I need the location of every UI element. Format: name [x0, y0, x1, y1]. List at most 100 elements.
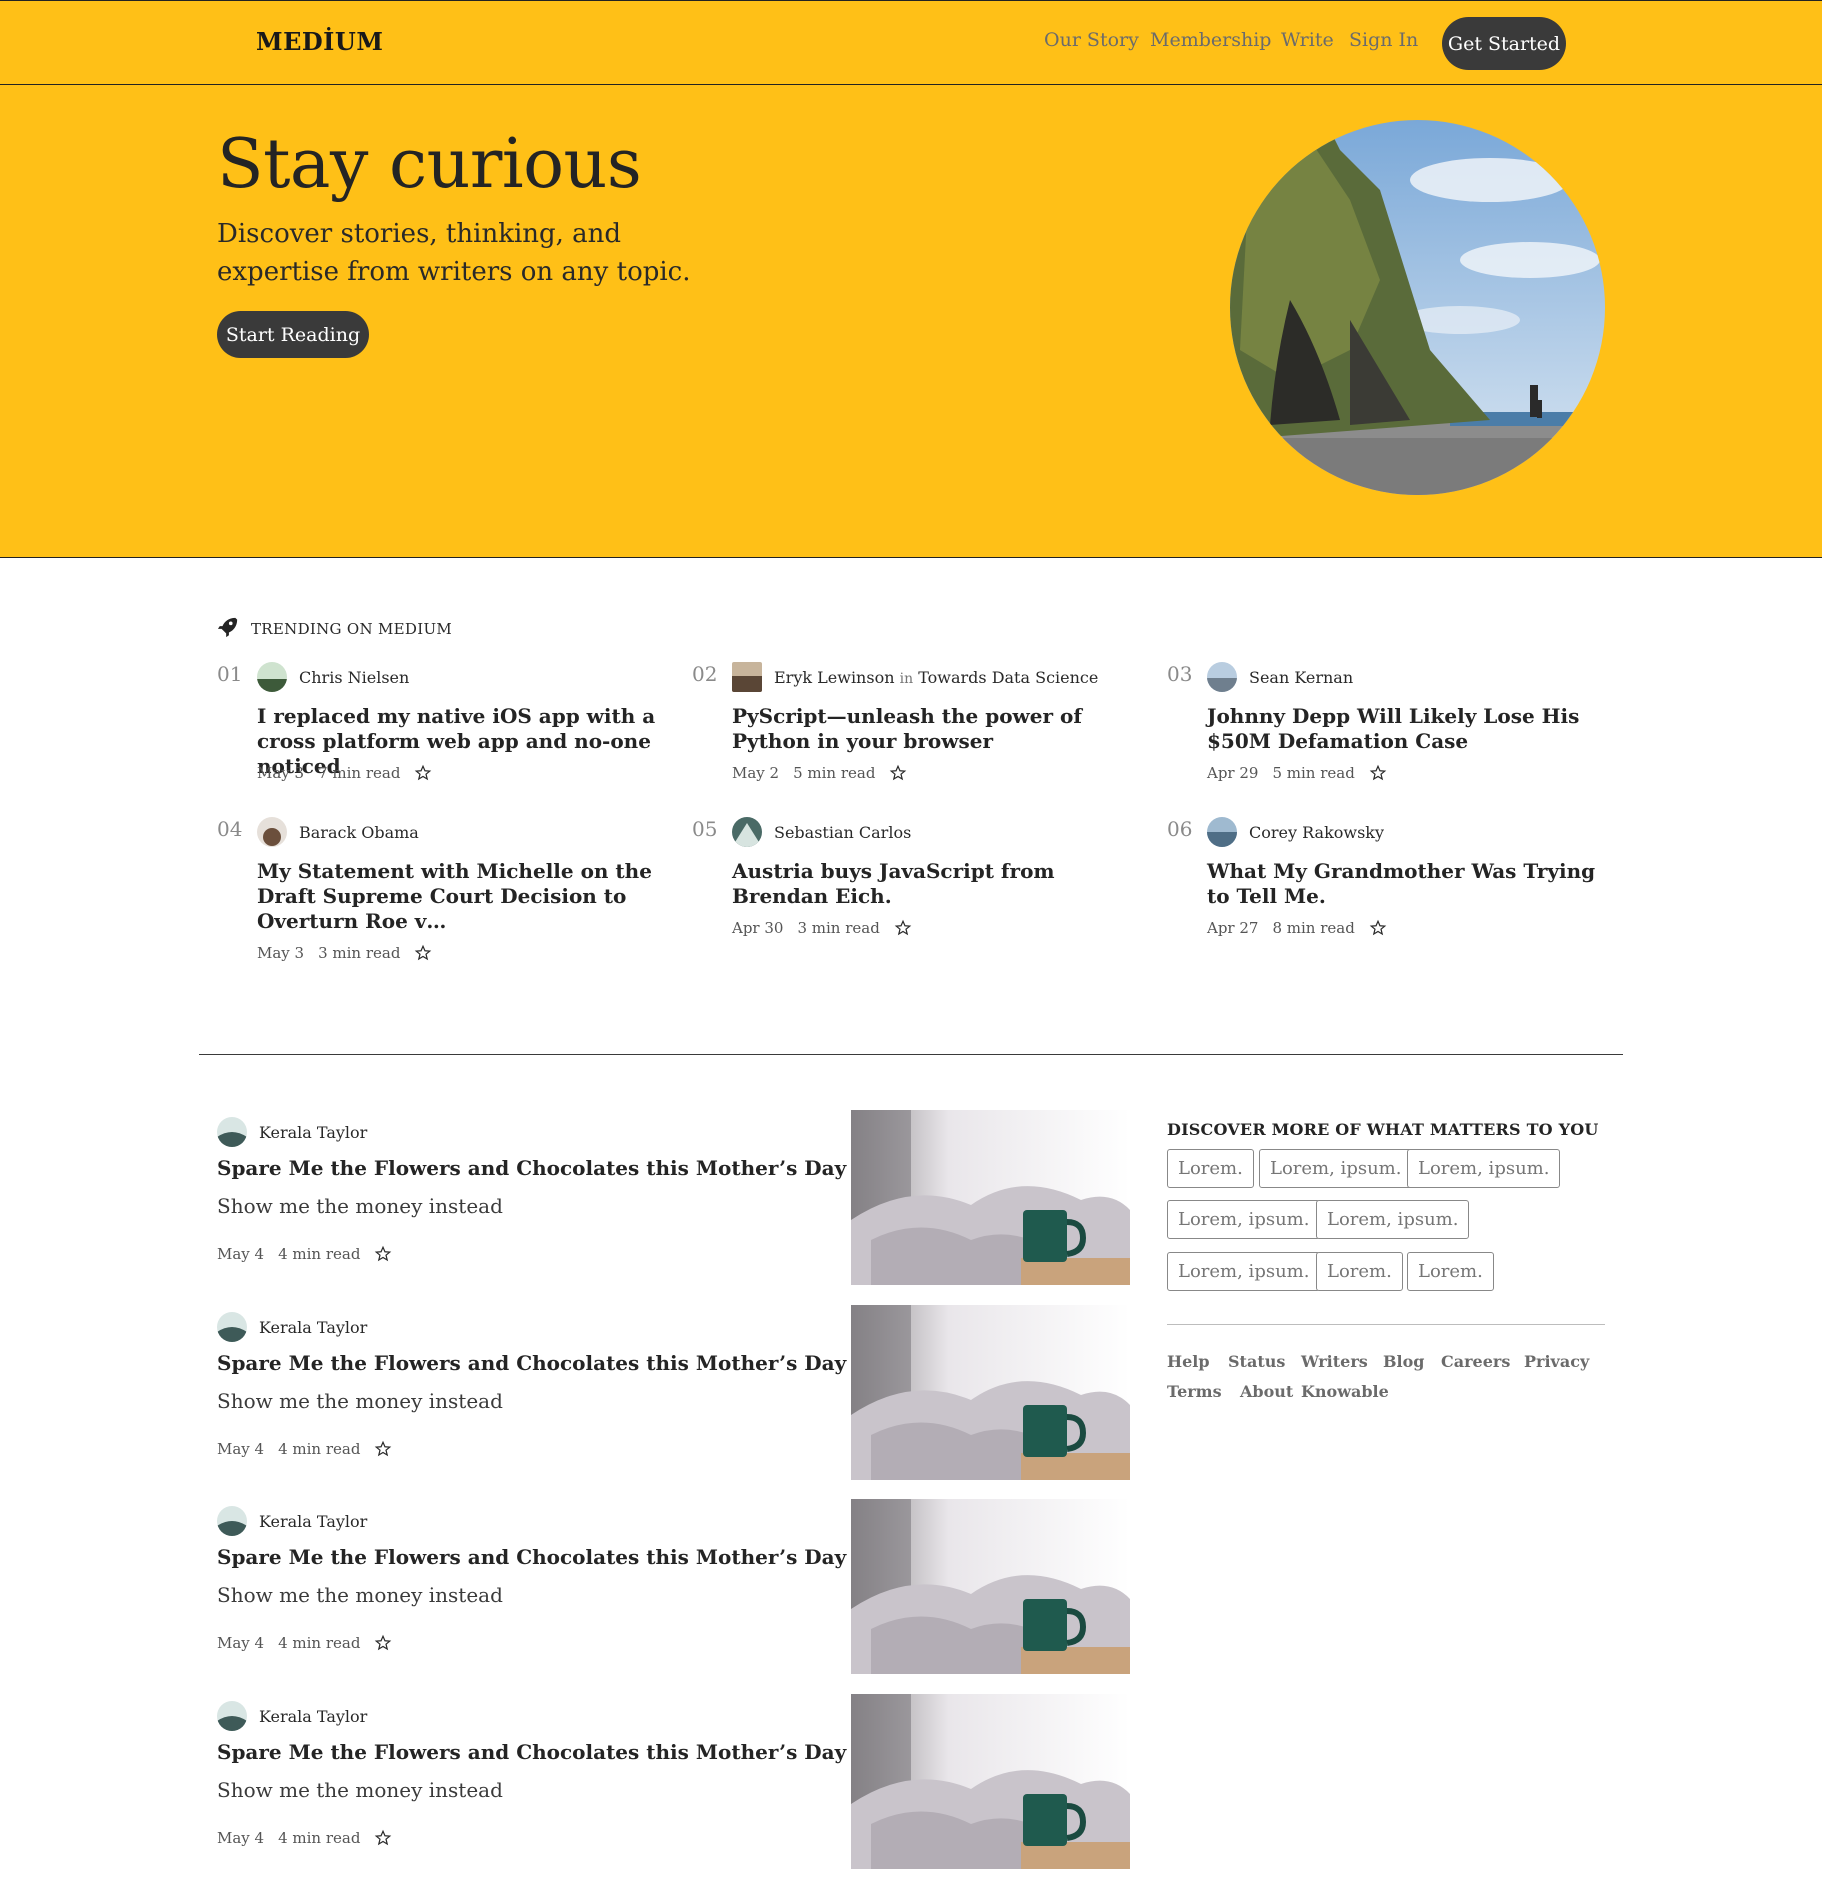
trending-title[interactable]: Johnny Depp Will Likely Lose His $50M De… [1207, 704, 1607, 754]
feed-post[interactable]: Kerala Taylor Spare Me the Flowers and Ch… [217, 1305, 1130, 1487]
footer-careers-link[interactable]: Careers [1441, 1352, 1510, 1371]
feed-post[interactable]: Kerala Taylor Spare Me the Flowers and Ch… [217, 1694, 1130, 1876]
read-time: 4 min read [278, 1245, 361, 1263]
star-icon[interactable] [374, 1245, 392, 1263]
in-label: in [899, 670, 914, 687]
post-subtitle[interactable]: Show me the money instead [217, 1583, 503, 1607]
post-thumbnail[interactable] [851, 1694, 1130, 1869]
avatar[interactable] [732, 662, 762, 692]
footer-terms-link[interactable]: Terms [1167, 1382, 1222, 1401]
post-date: May 3 [257, 764, 305, 782]
nav-sign-in-link[interactable]: Sign In [1349, 29, 1418, 51]
star-icon[interactable] [414, 764, 432, 782]
nav-write-link[interactable]: Write [1281, 29, 1334, 51]
author-name[interactable]: Sean Kernan [1249, 668, 1353, 687]
trending-title[interactable]: What My Grandmother Was Trying to Tell M… [1207, 859, 1607, 909]
avatar[interactable] [732, 817, 762, 847]
footer-knowable-link[interactable]: Knowable [1301, 1382, 1389, 1401]
author-name[interactable]: Sebastian Carlos [774, 823, 911, 842]
feed-post[interactable]: Kerala Taylor Spare Me the Flowers and Ch… [217, 1110, 1130, 1292]
read-time: 4 min read [278, 1440, 361, 1458]
topic-tag[interactable]: Lorem. [1316, 1252, 1403, 1291]
post-date: May 3 [257, 944, 305, 962]
hero-subtitle: Discover stories, thinking, and expertis… [217, 219, 691, 287]
avatar[interactable] [217, 1506, 247, 1536]
author-name[interactable]: Kerala Taylor [259, 1318, 367, 1337]
start-reading-button[interactable]: Start Reading [217, 311, 369, 358]
trending-rank: 02 [692, 662, 718, 686]
topic-tag[interactable]: Lorem, ipsum. [1316, 1200, 1470, 1239]
discover-heading: DISCOVER MORE OF WHAT MATTERS TO YOU [1167, 1120, 1599, 1139]
star-icon[interactable] [894, 919, 912, 937]
avatar[interactable] [257, 817, 287, 847]
post-date: May 4 [217, 1634, 265, 1652]
author-name[interactable]: Kerala Taylor [259, 1123, 367, 1142]
post-thumbnail[interactable] [851, 1305, 1130, 1480]
read-time: 5 min read [1272, 764, 1355, 782]
medium-logo[interactable]: MEDİUM [256, 27, 383, 56]
avatar[interactable] [217, 1701, 247, 1731]
topic-tag[interactable]: Lorem, ipsum. [1407, 1149, 1561, 1188]
avatar[interactable] [1207, 662, 1237, 692]
author-name[interactable]: Barack Obama [299, 823, 419, 842]
post-date: Apr 27 [1207, 919, 1259, 937]
topic-tag[interactable]: Lorem, ipsum. [1167, 1252, 1321, 1291]
hero-banner: Stay curious Discover stories, thinking,… [0, 85, 1822, 558]
author-name[interactable]: Kerala Taylor [259, 1512, 367, 1531]
post-date: May 2 [732, 764, 780, 782]
footer-help-link[interactable]: Help [1167, 1352, 1210, 1371]
post-subtitle[interactable]: Show me the money instead [217, 1778, 503, 1802]
feed-post[interactable]: Kerala Taylor Spare Me the Flowers and Ch… [217, 1499, 1130, 1681]
trending-heading: TRENDING ON MEDIUM [217, 616, 452, 642]
nav-membership-link[interactable]: Membership [1150, 29, 1271, 51]
star-icon[interactable] [414, 944, 432, 962]
post-thumbnail[interactable] [851, 1110, 1130, 1285]
trending-heading-label: TRENDING ON MEDIUM [251, 620, 453, 638]
star-icon[interactable] [374, 1440, 392, 1458]
avatar[interactable] [257, 662, 287, 692]
post-title[interactable]: Spare Me the Flowers and Chocolates this… [217, 1545, 846, 1569]
post-title[interactable]: Spare Me the Flowers and Chocolates this… [217, 1351, 846, 1375]
section-divider [199, 1054, 1623, 1055]
topic-tag[interactable]: Lorem. [1167, 1149, 1254, 1188]
avatar[interactable] [217, 1312, 247, 1342]
rocket-icon [217, 616, 239, 642]
post-subtitle[interactable]: Show me the money instead [217, 1389, 503, 1413]
post-title[interactable]: Spare Me the Flowers and Chocolates this… [217, 1740, 846, 1764]
post-subtitle[interactable]: Show me the money instead [217, 1194, 503, 1218]
topic-tag[interactable]: Lorem. [1407, 1252, 1494, 1291]
read-time: 3 min read [797, 919, 880, 937]
avatar[interactable] [217, 1117, 247, 1147]
trending-title[interactable]: PyScript—unleash the power of Python in … [732, 704, 1132, 754]
topic-tag[interactable]: Lorem, ipsum. [1259, 1149, 1413, 1188]
post-title[interactable]: Spare Me the Flowers and Chocolates this… [217, 1156, 846, 1180]
post-thumbnail[interactable] [851, 1499, 1130, 1674]
star-icon[interactable] [374, 1829, 392, 1847]
topic-tag[interactable]: Lorem, ipsum. [1167, 1200, 1321, 1239]
footer-status-link[interactable]: Status [1228, 1352, 1285, 1371]
trending-title[interactable]: Austria buys JavaScript from Brendan Eic… [732, 859, 1132, 909]
avatar[interactable] [1207, 817, 1237, 847]
nav-our-story-link[interactable]: Our Story [1044, 29, 1139, 51]
star-icon[interactable] [1369, 919, 1387, 937]
footer-blog-link[interactable]: Blog [1383, 1352, 1424, 1371]
star-icon[interactable] [889, 764, 907, 782]
star-icon[interactable] [374, 1634, 392, 1652]
author-name[interactable]: Kerala Taylor [259, 1707, 367, 1726]
get-started-button[interactable]: Get Started [1442, 17, 1566, 70]
post-date: Apr 29 [1207, 764, 1259, 782]
post-date: Apr 30 [732, 919, 784, 937]
footer-writers-link[interactable]: Writers [1301, 1352, 1368, 1371]
star-icon[interactable] [1369, 764, 1387, 782]
author-name[interactable]: Eryk Lewinson [774, 668, 895, 687]
footer-privacy-link[interactable]: Privacy [1524, 1352, 1589, 1371]
footer-about-link[interactable]: About [1240, 1382, 1293, 1401]
sidebar-divider [1167, 1324, 1605, 1325]
top-navbar: MEDİUM Our Story Membership Write Sign I… [0, 0, 1822, 85]
trending-title[interactable]: My Statement with Michelle on the Draft … [257, 859, 657, 934]
author-name[interactable]: Corey Rakowsky [1249, 823, 1384, 842]
trending-rank: 01 [217, 662, 243, 686]
author-name[interactable]: Chris Nielsen [299, 668, 409, 687]
publication-name[interactable]: Towards Data Science [918, 668, 1098, 687]
trending-rank: 06 [1167, 817, 1193, 841]
